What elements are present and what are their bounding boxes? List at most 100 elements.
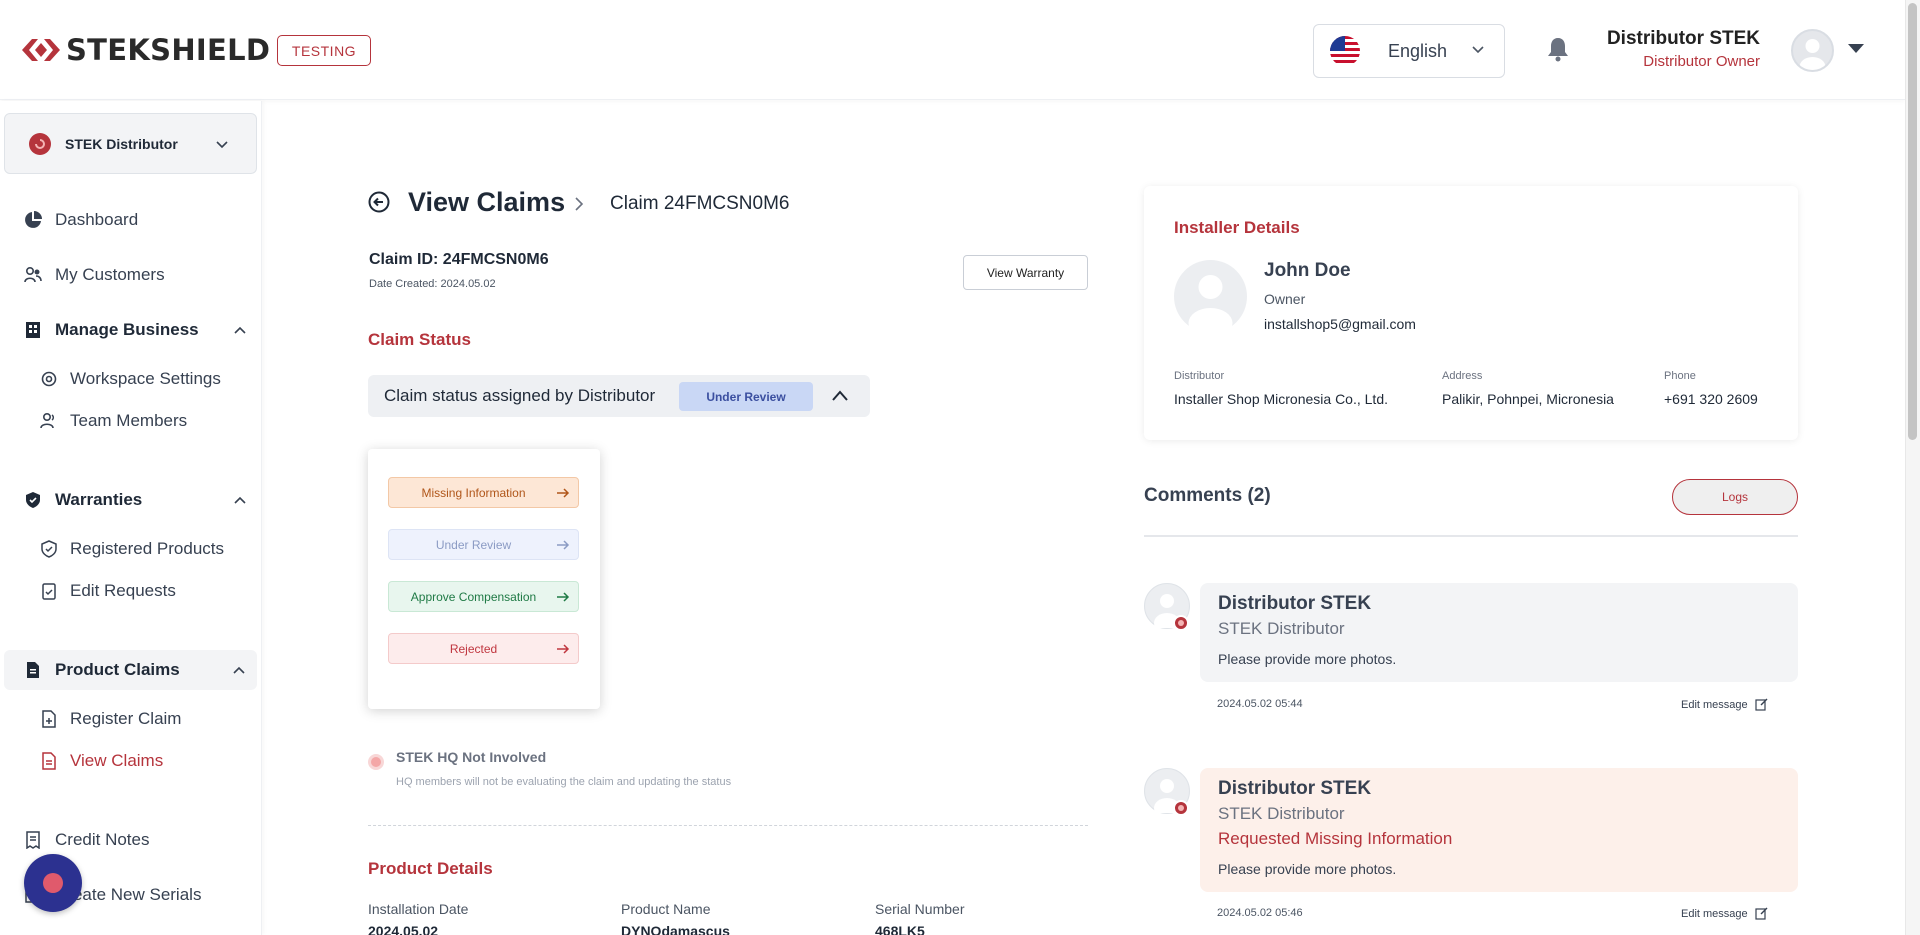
sidebar-section-product-claims[interactable]: Product Claims xyxy=(4,650,257,690)
installer-name: John Doe xyxy=(1264,260,1351,281)
sidebar-item-registered-products[interactable]: Registered Products xyxy=(0,529,262,569)
current-status-badge: Under Review xyxy=(679,382,813,411)
chevron-down-icon xyxy=(1472,46,1484,54)
environment-badge: TESTING xyxy=(277,35,371,66)
status-option-label: Approve Compensation xyxy=(410,589,537,604)
status-option-under-review[interactable]: Under Review xyxy=(388,529,579,560)
chevron-up-icon[interactable] xyxy=(830,387,850,405)
sidebar-item-workspace-settings[interactable]: Workspace Settings xyxy=(0,359,262,399)
sidebar-item-label: Team Members xyxy=(70,411,188,430)
comments-divider xyxy=(1144,535,1798,537)
phone-label: Phone xyxy=(1664,370,1696,382)
logs-button[interactable]: Logs xyxy=(1672,479,1798,515)
edit-message-label: Edit message xyxy=(1681,907,1748,920)
comment-bubble: Distributor STEK STEK Distributor Please… xyxy=(1200,583,1798,682)
chevron-up-icon xyxy=(234,496,246,504)
edit-icon xyxy=(1755,698,1768,711)
status-option-label: Rejected xyxy=(449,641,498,656)
us-flag-icon xyxy=(1330,36,1360,66)
address-label: Address xyxy=(1442,370,1483,382)
arrow-right-icon xyxy=(557,488,570,498)
comment-org-badge xyxy=(1173,800,1189,816)
edit-message-link[interactable]: Edit message xyxy=(1681,698,1768,711)
serial-number-value: 468LK5 xyxy=(875,923,925,935)
arrow-right-icon xyxy=(557,644,570,654)
sidebar-item-edit-requests[interactable]: Edit Requests xyxy=(0,571,262,611)
installer-role: Owner xyxy=(1264,291,1306,307)
comment-timestamp: 2024.05.02 05:44 xyxy=(1217,698,1303,710)
user-info[interactable]: Distributor STEK Distributor Owner xyxy=(1607,28,1760,70)
sidebar-section-label: Product Claims xyxy=(55,660,180,679)
hq-status-indicator xyxy=(368,754,384,770)
user-avatar[interactable] xyxy=(1791,29,1834,72)
sidebar-item-register-claim[interactable]: Register Claim xyxy=(0,699,262,739)
back-arrow-icon[interactable] xyxy=(368,191,390,213)
sidebar-item-label: My Customers xyxy=(55,265,165,284)
status-option-approve-compensation[interactable]: Approve Compensation xyxy=(388,581,579,612)
document-icon xyxy=(27,662,39,678)
comment-org: STEK Distributor xyxy=(1218,804,1345,823)
language-selector[interactable]: English xyxy=(1313,24,1505,78)
building-icon xyxy=(26,322,40,338)
top-header: STEKSHIELD TESTING English Distributor S… xyxy=(0,0,1905,100)
sidebar-item-label: Dashboard xyxy=(55,210,139,229)
workspace-name: STEK Distributor xyxy=(65,135,178,152)
address-value: Palikir, Pohnpei, Micronesia xyxy=(1442,391,1614,407)
sidebar-section-manage-business[interactable]: Manage Business xyxy=(0,310,262,350)
chevron-up-icon xyxy=(234,326,246,334)
installer-email: installshop5@gmail.com xyxy=(1264,316,1416,332)
notification-bell-icon[interactable] xyxy=(1546,36,1570,62)
sidebar-section-warranties[interactable]: Warranties xyxy=(0,480,262,520)
brand-logo[interactable]: STEKSHIELD xyxy=(22,33,270,67)
edit-message-label: Edit message xyxy=(1681,698,1748,711)
comment-org: STEK Distributor xyxy=(1218,619,1345,638)
page-title: View Claims xyxy=(408,187,566,217)
status-option-rejected[interactable]: Rejected xyxy=(388,633,579,664)
sidebar-item-my-customers[interactable]: My Customers xyxy=(0,255,262,295)
claim-status-bar[interactable]: Claim status assigned by Distributor Und… xyxy=(368,375,870,417)
comment-bubble: Distributor STEK STEK Distributor Reques… xyxy=(1200,768,1798,892)
status-option-label: Under Review xyxy=(435,537,512,552)
installer-details-title: Installer Details xyxy=(1174,218,1300,237)
user-role: Distributor Owner xyxy=(1643,53,1760,70)
sidebar-item-label: View Claims xyxy=(70,751,164,770)
sidebar-item-team-members[interactable]: Team Members xyxy=(0,401,262,441)
installation-date-value: 2024.05.02 xyxy=(368,923,439,935)
page-scrollbar-thumb[interactable] xyxy=(1908,3,1917,440)
phone-value: +691 320 2609 xyxy=(1664,391,1758,407)
sidebar-item-label: Registered Products xyxy=(70,539,225,558)
section-divider xyxy=(368,825,1088,826)
status-options-dropdown: Missing Information Under Review Approve… xyxy=(368,449,600,709)
status-option-missing-information[interactable]: Missing Information xyxy=(388,477,579,508)
chevron-up-icon xyxy=(233,666,245,674)
chevron-down-icon xyxy=(216,141,228,149)
floating-help-button[interactable] xyxy=(24,854,82,912)
edit-icon xyxy=(1755,907,1768,920)
users-icon xyxy=(24,266,42,283)
claim-id: Claim ID: 24FMCSN0M6 xyxy=(369,251,549,268)
edit-message-link[interactable]: Edit message xyxy=(1681,907,1768,920)
sidebar: STEK Distributor Dashboard My Customers … xyxy=(0,101,262,935)
sidebar-item-label: Credit Notes xyxy=(55,830,150,849)
claim-status-title: Claim Status xyxy=(368,330,471,349)
main-content: View Claims Claim 24FMCSN0M6 Claim ID: 2… xyxy=(263,101,1905,935)
user-menu-caret-icon[interactable] xyxy=(1847,43,1865,55)
comment-org-badge xyxy=(1173,615,1189,631)
workspace-switcher[interactable]: STEK Distributor xyxy=(4,113,257,174)
view-warranty-button[interactable]: View Warranty xyxy=(963,255,1088,290)
comment-message: Please provide more photos. xyxy=(1218,651,1397,667)
installer-details-card: Installer Details John Doe Owner install… xyxy=(1144,186,1798,440)
arrow-right-icon xyxy=(557,592,570,602)
product-name-value: DYNOdamascus xyxy=(621,923,730,935)
distributor-value: Installer Shop Micronesia Co., Ltd. xyxy=(1174,391,1388,407)
sidebar-item-label: Register Claim xyxy=(70,709,182,728)
sidebar-item-dashboard[interactable]: Dashboard xyxy=(0,200,262,240)
sidebar-item-view-claims[interactable]: View Claims xyxy=(0,741,262,781)
user-name: Distributor STEK xyxy=(1606,28,1760,49)
sidebar-item-credit-notes[interactable]: Credit Notes xyxy=(0,820,262,860)
workspace-logo-icon xyxy=(29,132,51,155)
clipboard-check-icon xyxy=(42,583,56,600)
serial-number-label: Serial Number xyxy=(875,901,965,917)
status-option-label: Missing Information xyxy=(421,485,526,500)
stekshield-logo-icon xyxy=(22,39,60,61)
